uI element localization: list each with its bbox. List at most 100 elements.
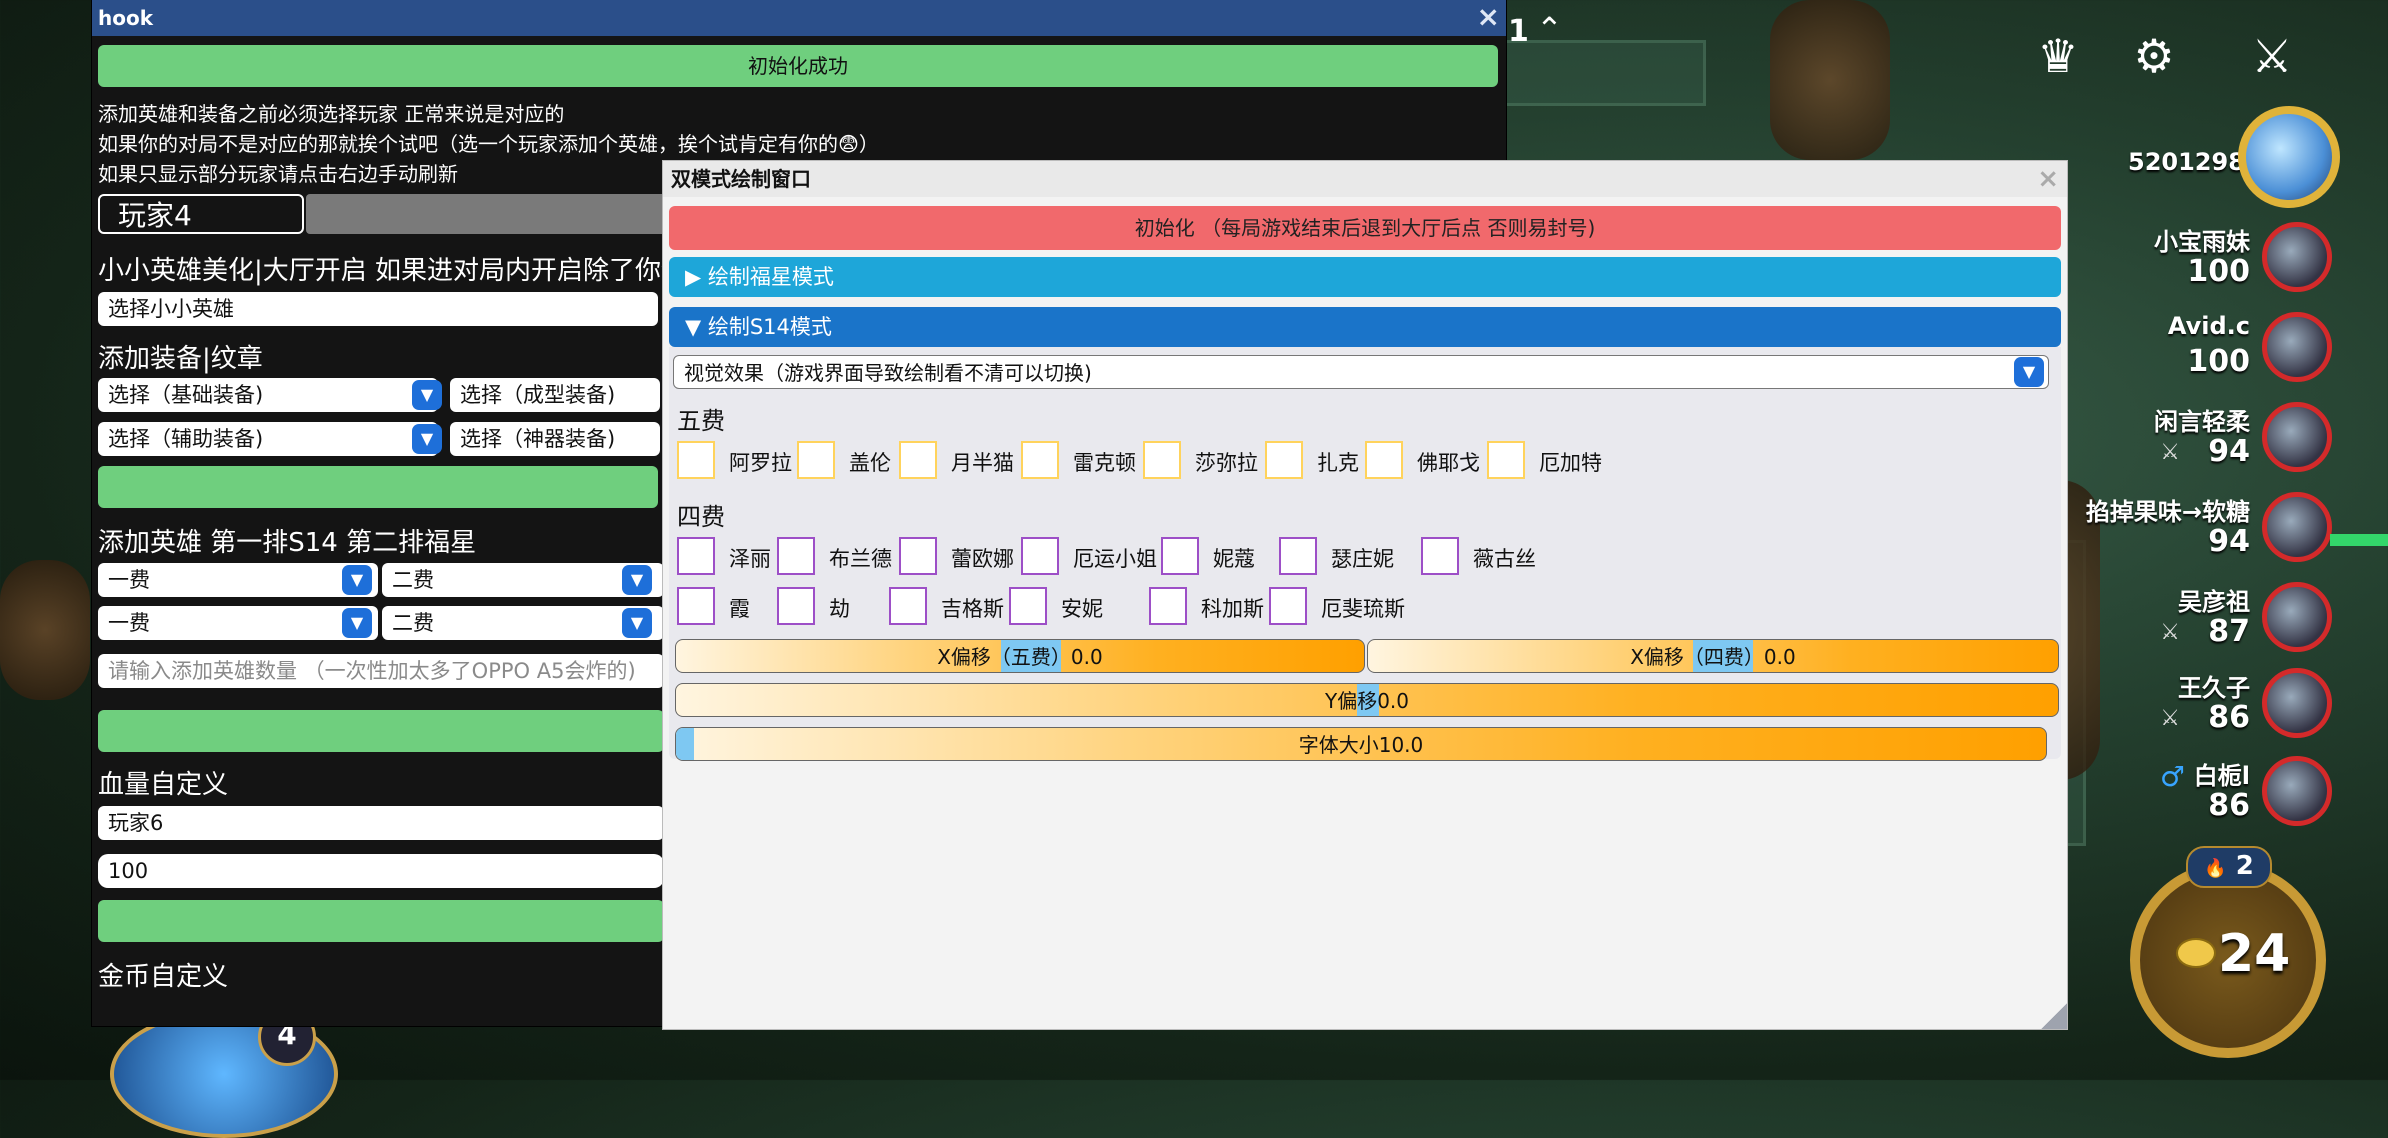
player-name: Avid.c (2167, 312, 2250, 340)
gear-icon[interactable]: ⚙ (2122, 24, 2186, 88)
avatar[interactable] (2262, 402, 2332, 472)
scoreboard-player[interactable]: 小宝雨妹 100 (2060, 216, 2332, 296)
scoreboard-player[interactable]: 掐掉果味→软糖 94 (2060, 486, 2332, 566)
hero-checkbox[interactable] (1279, 537, 1317, 575)
s14-mode-header[interactable]: ▼ 绘制S14模式 (669, 307, 2061, 347)
hero-checkbox[interactable] (1365, 441, 1403, 479)
little-legend-section-label: 小小英雄美化|大厅开启 如果进对局内开启除了你全 (98, 256, 688, 286)
chevron-down-icon[interactable]: ▼ (622, 565, 652, 595)
complete-equip-select[interactable]: 选择（成型装备) (450, 378, 660, 412)
hero-checkbox[interactable] (797, 441, 835, 479)
slider-knob[interactable] (676, 728, 694, 760)
init-success-button[interactable]: 初始化成功 (98, 45, 1498, 87)
chevron-down-icon[interactable]: ▼ (622, 608, 652, 638)
avatar[interactable] (2262, 668, 2332, 738)
hero-checkbox[interactable] (899, 537, 937, 575)
add-equip-button[interactable] (98, 466, 658, 508)
hero-count-input[interactable]: 请输入添加英雄数量 （一次性加太多了OPPO A5会炸的) (98, 654, 664, 688)
avatar[interactable] (2262, 222, 2332, 292)
avatar[interactable] (2262, 582, 2332, 652)
scoreboard-player[interactable]: 吴彦祖 87 ⚔ (2060, 576, 2332, 656)
hero-checkbox[interactable] (1009, 587, 1047, 625)
artifact-equip-select[interactable]: 选择（神器装备) (450, 422, 660, 456)
close-icon[interactable]: × (1477, 2, 1500, 32)
player-hp: 100 (2187, 254, 2250, 289)
avatar[interactable] (2262, 312, 2332, 382)
hero-checkbox-label: 泽丽 (729, 547, 771, 571)
level-badge: 🔥 2 (2186, 846, 2272, 888)
player-tab-selected[interactable]: 玩家4 (98, 194, 304, 234)
fuxing-cost1-select[interactable]: 一费 (98, 606, 378, 640)
chevron-down-icon[interactable]: ▼ (412, 380, 442, 410)
chevron-up-icon[interactable]: ⌃ (1536, 10, 1563, 48)
hp-player-select[interactable]: 玩家6 (98, 806, 664, 840)
hero-checkbox[interactable] (677, 441, 715, 479)
visual-effect-select[interactable]: 视觉效果（游戏界面导致绘制看不清可以切换) ▼ (673, 355, 2049, 389)
crown-icon[interactable]: ♛ (2026, 24, 2090, 88)
player-hp: 86 (2208, 788, 2250, 823)
hero-checkbox[interactable] (899, 441, 937, 479)
avatar[interactable] (2238, 106, 2340, 208)
decor-lamp (1770, 0, 1890, 160)
chevron-down-icon[interactable]: ▼ (412, 424, 442, 454)
hero-checkbox-label: 盖伦 (849, 451, 891, 475)
hero-checkbox-label: 蕾欧娜 (951, 547, 1014, 571)
hero-checkbox-label: 科加斯 (1201, 597, 1264, 621)
hero-checkbox-label: 瑟庄妮 (1331, 547, 1394, 571)
hero-checkbox[interactable] (777, 537, 815, 575)
hook-title: hook (98, 6, 154, 30)
fuxing-mode-header[interactable]: ▶ 绘制福星模式 (669, 257, 2061, 297)
resize-grip-icon[interactable] (2041, 1003, 2067, 1029)
round-indicator: 1 (1508, 14, 1529, 49)
gold-amount: 24 (2218, 924, 2291, 984)
set-hp-button[interactable] (98, 900, 664, 942)
close-icon[interactable]: × (2037, 161, 2059, 197)
player-name: 小宝雨妹 (2154, 228, 2250, 256)
hero-checkbox[interactable] (1269, 587, 1307, 625)
support-equip-select[interactable]: 选择（辅助装备) (98, 422, 438, 456)
sword-icon: ⚔ (2160, 440, 2180, 465)
avatar[interactable] (2262, 492, 2332, 562)
hp-value-input[interactable]: 100 (98, 854, 664, 888)
dual-titlebar[interactable]: 双模式绘制窗口 × (663, 161, 2067, 197)
hero-checkbox[interactable] (777, 587, 815, 625)
hero-checkbox[interactable] (1265, 441, 1303, 479)
note-line-2: 如果你的对局不是对应的那就挨个试吧（选一个玩家添加个英雄，挨个试肯定有你的😨） (98, 132, 879, 156)
note-line-3: 如果只显示部分玩家请点击右边手动刷新 (98, 162, 458, 186)
x-offset-tier4-slider[interactable]: X偏移（四费）0.0 (1367, 639, 2059, 673)
sword-icon: ⚔ (2160, 706, 2180, 731)
hero-checkbox[interactable] (1487, 441, 1525, 479)
visual-effect-value: 视觉效果（游戏界面导致绘制看不清可以切换) (684, 361, 1092, 385)
little-legend-select[interactable]: 选择小小英雄 (98, 292, 658, 326)
note-line-1: 添加英雄和装备之前必须选择玩家 正常来说是对应的 (98, 102, 565, 126)
font-size-label: 字体大小10.0 (1298, 733, 1424, 757)
tier5-label: 五费 (677, 407, 725, 435)
hero-checkbox[interactable] (1421, 537, 1459, 575)
hero-checkbox[interactable] (1143, 441, 1181, 479)
hero-checkbox[interactable] (1021, 537, 1059, 575)
font-size-slider[interactable]: 字体大小10.0 (675, 727, 2047, 761)
hook-titlebar[interactable]: hook × (92, 0, 1506, 36)
chevron-down-icon[interactable]: ▼ (2014, 357, 2044, 387)
basic-equip-select[interactable]: 选择（基础装备) (98, 378, 438, 412)
s14-cost1-select[interactable]: 一费 (98, 563, 378, 597)
hero-checkbox[interactable] (889, 587, 927, 625)
scoreboard-player[interactable]: Avid.c 100 (2060, 306, 2332, 386)
hero-checkbox[interactable] (677, 587, 715, 625)
init-button[interactable]: 初始化 （每局游戏结束后退到大厅后点 否则易封号) (669, 206, 2061, 250)
y-offset-slider[interactable]: Y偏移0.0 (675, 683, 2059, 717)
x-offset-tier5-slider[interactable]: X偏移（五费）0.0 (675, 639, 1365, 673)
avatar[interactable] (2262, 756, 2332, 826)
hero-checkbox[interactable] (1021, 441, 1059, 479)
chevron-down-icon[interactable]: ▼ (342, 608, 372, 638)
crossed-swords-icon[interactable]: ⚔ (2240, 24, 2304, 88)
chevron-down-icon[interactable]: ▼ (342, 565, 372, 595)
hero-checkbox[interactable] (677, 537, 715, 575)
hero-checkbox[interactable] (1149, 587, 1187, 625)
add-hero-button[interactable] (98, 710, 664, 752)
scoreboard-player[interactable]: 闲言轻柔 94 ⚔ (2060, 396, 2332, 476)
y-offset-label: Y偏移0.0 (1324, 689, 1410, 713)
scoreboard-player[interactable]: 王久子 86 ⚔ (2060, 662, 2332, 742)
x-offset-tier5-label: X偏移（五费）0.0 (937, 645, 1103, 669)
hero-checkbox[interactable] (1161, 537, 1199, 575)
